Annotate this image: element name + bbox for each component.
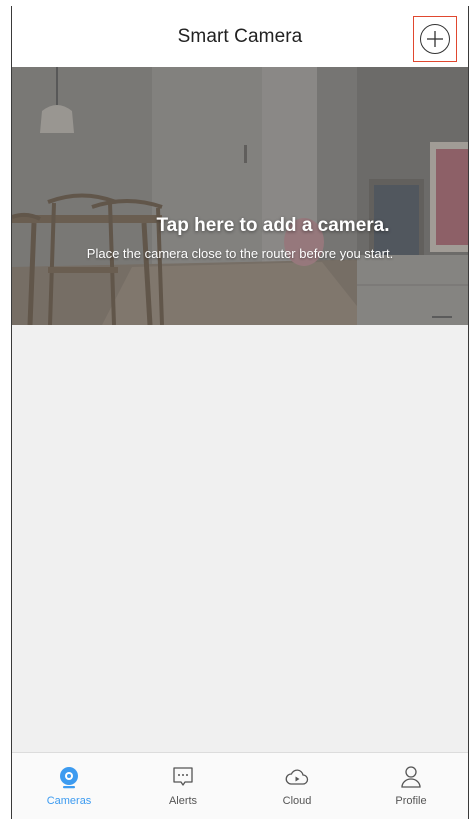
tab-cloud[interactable]: Cloud	[252, 753, 342, 807]
tab-profile[interactable]: Profile	[366, 753, 456, 807]
top-bar: Smart Camera	[12, 6, 468, 67]
tab-cameras[interactable]: Cameras	[24, 753, 114, 807]
tab-label: Cloud	[282, 795, 312, 807]
page-title: Smart Camera	[177, 25, 303, 47]
cloud-play-icon	[285, 765, 309, 789]
tab-label: Alerts	[168, 795, 198, 807]
tab-alerts[interactable]: Alerts	[138, 753, 228, 807]
add-camera-banner[interactable]: Tap here to add a camera. Place the came…	[12, 67, 468, 325]
bottom-tab-bar: Cameras Alerts Cloud Profile	[12, 752, 468, 819]
add-camera-button[interactable]	[413, 16, 457, 62]
chat-bubble-icon	[171, 765, 195, 789]
banner-subtitle: Place the camera close to the router bef…	[86, 246, 394, 261]
banner-title: Tap here to add a camera.	[156, 215, 390, 236]
tab-label: Cameras	[46, 795, 92, 807]
person-icon	[399, 765, 423, 789]
camera-list-area	[12, 325, 468, 752]
app-frame: Smart Camera Tap here to add a camera. P…	[11, 6, 469, 819]
tab-label: Profile	[395, 795, 427, 807]
room-background-image	[12, 67, 468, 325]
plus-circle-icon	[420, 24, 450, 54]
camera-icon	[57, 765, 81, 789]
